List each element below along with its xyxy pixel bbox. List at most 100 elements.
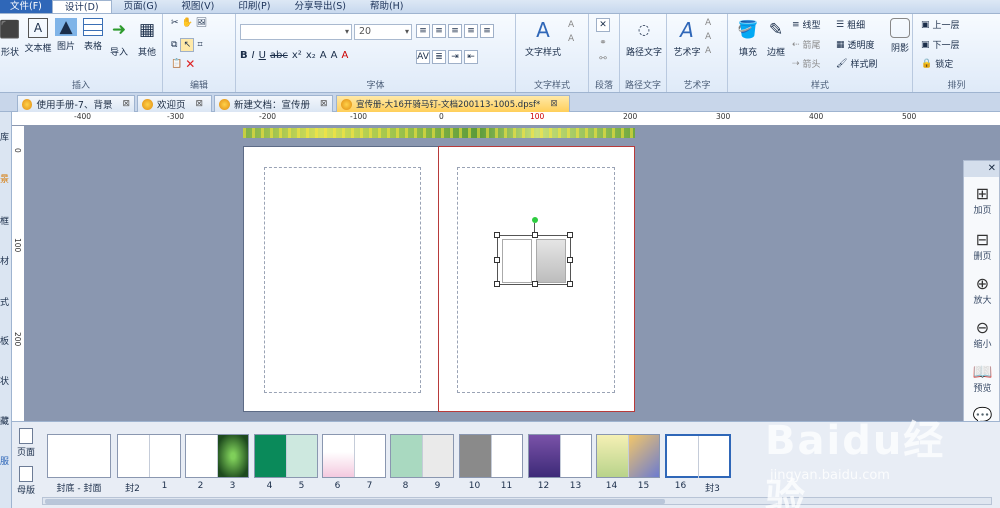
- copy-icon[interactable]: ⧉: [171, 40, 177, 50]
- line-spacing-icon[interactable]: ≣: [432, 50, 446, 64]
- thumbnail-spread[interactable]: [596, 434, 660, 478]
- menu-print[interactable]: 印刷(P): [226, 0, 282, 13]
- link-icon[interactable]: ⚭: [599, 38, 607, 48]
- arrow-head-button[interactable]: 箭头: [803, 57, 821, 70]
- cut-icon[interactable]: ✂: [171, 18, 179, 28]
- banner-image[interactable]: [243, 128, 635, 138]
- align-left-icon[interactable]: ≡: [416, 24, 430, 38]
- tab-new-brochure[interactable]: 新建文档：宣传册 ⊠: [214, 95, 333, 112]
- resize-handle[interactable]: [532, 281, 538, 287]
- horizontal-scrollbar[interactable]: [42, 497, 992, 505]
- close-icon[interactable]: ⊠: [122, 99, 130, 109]
- superscript-icon[interactable]: x²: [292, 50, 302, 61]
- collection-tool[interactable]: 藏: [0, 414, 11, 427]
- selected-image-group[interactable]: [494, 217, 573, 287]
- close-icon[interactable]: ⊠: [550, 99, 558, 109]
- art-fill-icon[interactable]: A: [705, 32, 711, 42]
- page-cover[interactable]: [438, 146, 635, 412]
- align-center-icon[interactable]: ≡: [432, 24, 446, 38]
- menu-page[interactable]: 页面(G): [112, 0, 170, 13]
- justify-icon[interactable]: ≡: [464, 24, 478, 38]
- subscript-icon[interactable]: x₂: [306, 50, 316, 61]
- paste-icon[interactable]: 📋: [171, 59, 182, 69]
- menu-share-export[interactable]: 分享导出(S): [282, 0, 357, 13]
- thumbnail-spread-selected[interactable]: [665, 434, 731, 478]
- transparency-button[interactable]: 透明度: [848, 38, 875, 51]
- bring-forward-button[interactable]: 上一层: [933, 18, 960, 31]
- thumbnail-spread[interactable]: [322, 434, 386, 478]
- master-mode-button[interactable]: 母版: [12, 466, 40, 496]
- resize-handle[interactable]: [494, 232, 500, 238]
- strikethrough-icon[interactable]: abc: [270, 50, 288, 61]
- format-tool[interactable]: 式: [0, 295, 11, 308]
- line-type-button[interactable]: 线型: [803, 18, 821, 31]
- art-style-icon[interactable]: A: [705, 18, 711, 28]
- shape-tool[interactable]: 状: [0, 374, 11, 387]
- scroll-thumb[interactable]: [45, 499, 665, 504]
- menu-design[interactable]: 设计(D): [51, 0, 112, 13]
- menu-view[interactable]: 视图(V): [169, 0, 226, 13]
- pointer-icon[interactable]: ↖: [180, 38, 195, 52]
- hand-icon[interactable]: ✋: [182, 18, 193, 28]
- format-brush-button[interactable]: 样式刷: [850, 57, 877, 70]
- thumbnail-spread[interactable]: [528, 434, 592, 478]
- resize-handle[interactable]: [494, 281, 500, 287]
- thumbnail-spread[interactable]: [185, 434, 249, 478]
- resize-handle[interactable]: [567, 232, 573, 238]
- tab-brochure-active[interactable]: 宣传册-大16开骑马钉-文档200113-1005.dpsf* ⊠: [336, 95, 570, 112]
- thickness-button[interactable]: 粗细: [847, 18, 865, 31]
- text-fill-icon[interactable]: A: [568, 20, 574, 30]
- arrow-tail-button[interactable]: 箭尾: [803, 38, 821, 51]
- font-name-select[interactable]: ▾: [240, 24, 352, 40]
- unlink-icon[interactable]: ⚯: [599, 54, 607, 64]
- zoom-in-button[interactable]: ⊕ 放大: [964, 275, 1000, 307]
- crop-icon[interactable]: ⌗: [197, 40, 202, 50]
- font-size-select[interactable]: 20 ▾: [354, 24, 412, 40]
- tab-manual[interactable]: 使用手册-7、背景 ⊠: [17, 95, 135, 112]
- picture-select-icon[interactable]: 🖼: [196, 18, 207, 28]
- align-right-icon[interactable]: ≡: [448, 24, 462, 38]
- outdent-icon[interactable]: ⇤: [464, 50, 478, 64]
- text-style-button[interactable]: A 文字样式: [522, 18, 564, 58]
- design-canvas[interactable]: [25, 126, 963, 421]
- thumbnail-spread[interactable]: [117, 434, 181, 478]
- panel-close-icon[interactable]: ✕: [964, 161, 999, 177]
- delete-icon[interactable]: ✕: [185, 57, 195, 71]
- rotate-handle[interactable]: [532, 217, 538, 223]
- font-color-icon[interactable]: A: [341, 50, 348, 61]
- text-outline-icon[interactable]: A: [568, 34, 574, 44]
- italic-icon[interactable]: I: [252, 50, 255, 61]
- close-icon[interactable]: ⊠: [196, 99, 204, 109]
- menu-help[interactable]: 帮助(H): [358, 0, 416, 13]
- delete-page-button[interactable]: ⊟ 删页: [964, 231, 1000, 263]
- background-tool[interactable]: 景: [0, 172, 11, 185]
- char-spacing-icon[interactable]: AV: [416, 50, 430, 64]
- resize-handle[interactable]: [532, 232, 538, 238]
- send-backward-button[interactable]: 下一层: [933, 38, 960, 51]
- font-grow-icon[interactable]: A: [320, 50, 327, 61]
- lock-button[interactable]: 锁定: [935, 57, 953, 70]
- add-page-button[interactable]: ⊞ 加页: [964, 185, 1000, 217]
- paragraph-settings-icon[interactable]: ✕: [596, 18, 610, 32]
- underline-icon[interactable]: U: [259, 50, 266, 61]
- resize-handle[interactable]: [494, 257, 500, 263]
- page-mode-button[interactable]: 页面: [12, 428, 40, 458]
- tab-welcome[interactable]: 欢迎页 ⊠: [137, 95, 212, 112]
- preview-button[interactable]: 📖 预览: [964, 363, 1000, 395]
- close-icon[interactable]: ⊠: [320, 99, 328, 109]
- bold-icon[interactable]: B: [240, 50, 248, 61]
- menu-file[interactable]: 文件(F): [0, 0, 52, 13]
- art-outline-icon[interactable]: A: [705, 46, 711, 56]
- thumbnail-spread[interactable]: [254, 434, 318, 478]
- material-tool[interactable]: 材: [0, 254, 11, 267]
- thumbnail-spread[interactable]: [390, 434, 454, 478]
- page-back-cover[interactable]: [243, 146, 439, 412]
- thumbnail-spread[interactable]: [459, 434, 523, 478]
- template-tool[interactable]: 板: [0, 334, 11, 347]
- service-tool[interactable]: 服: [0, 454, 11, 467]
- art-text-button[interactable]: A 艺术字: [669, 18, 705, 58]
- frame-tool[interactable]: 框: [0, 214, 11, 227]
- indent-icon[interactable]: ⇥: [448, 50, 462, 64]
- other-button[interactable]: ▦ 其他: [131, 18, 163, 58]
- border-button[interactable]: ✎ 边框: [760, 18, 792, 58]
